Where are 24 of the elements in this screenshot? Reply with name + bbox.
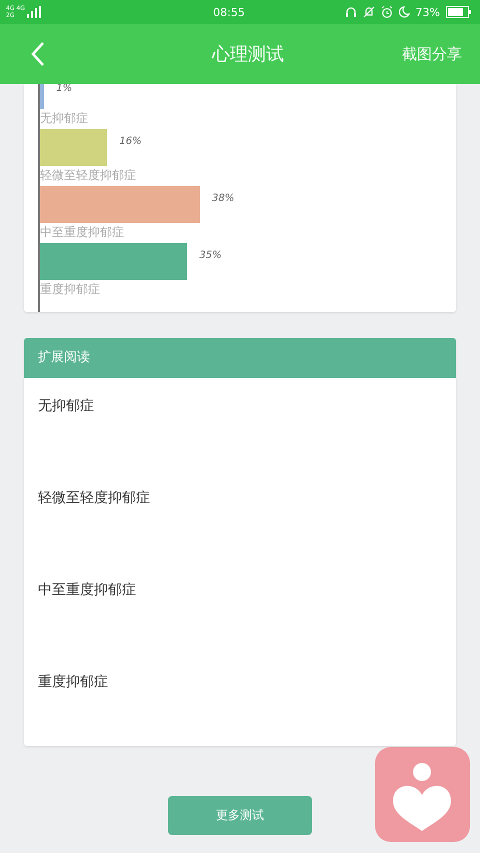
status-time: 08:55 — [212, 6, 246, 18]
reading-link[interactable]: 轻微至轻度抑郁症 — [38, 488, 442, 508]
bar-value-label: 1% — [56, 84, 72, 94]
alarm-icon — [380, 6, 393, 18]
signal-icon — [26, 6, 41, 18]
battery-percent: 73% — [416, 6, 440, 18]
bell-muted-icon — [362, 6, 375, 18]
reading-link[interactable]: 无抑郁症 — [38, 396, 442, 416]
heart-app-icon[interactable] — [375, 747, 470, 842]
bar-value-label: 16% — [119, 136, 142, 147]
section-header: 扩展阅读 — [24, 338, 456, 378]
reading-link[interactable]: 中至重度抑郁症 — [38, 580, 442, 600]
bar-value-label: 38% — [212, 193, 234, 204]
page-title: 心理测试 — [210, 43, 285, 66]
category-label: 重度抑郁症 — [40, 281, 101, 297]
moon-icon — [398, 6, 410, 18]
back-icon[interactable] — [30, 41, 46, 67]
headset-icon — [344, 6, 357, 18]
bar-value-label: 35% — [199, 250, 222, 261]
reading-link[interactable]: 重度抑郁症 — [38, 672, 442, 692]
battery-icon — [446, 6, 472, 18]
category-label: 无抑郁症 — [40, 110, 89, 126]
category-label: 轻微至轻度抑郁症 — [40, 167, 137, 183]
category-label: 中至重度抑郁症 — [40, 224, 125, 240]
